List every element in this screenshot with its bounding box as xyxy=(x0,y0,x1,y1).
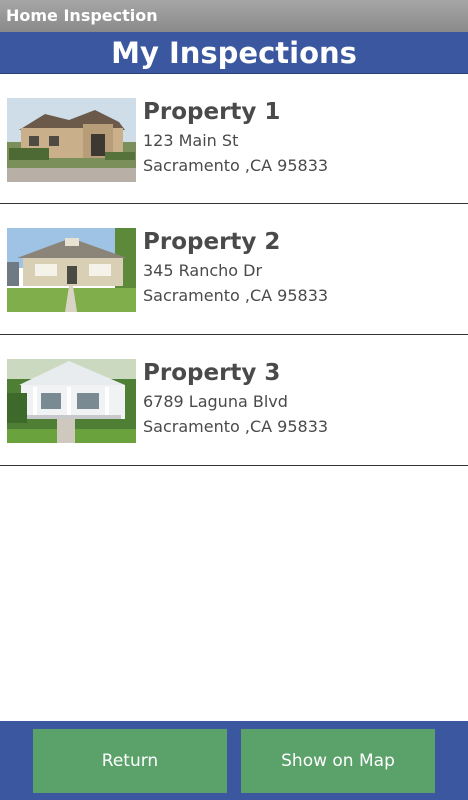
property-street: 345 Rancho Dr xyxy=(143,261,263,280)
property-name: Property 1 xyxy=(143,99,281,125)
property-photo xyxy=(7,98,136,182)
property-street: 6789 Laguna Blvd xyxy=(143,392,288,411)
return-button[interactable]: Return xyxy=(33,729,227,793)
property-list-item[interactable]: Property 1 123 Main St Sacramento ,CA 95… xyxy=(0,74,468,204)
page-title: My Inspections xyxy=(111,36,357,70)
property-city: Sacramento ,CA 95833 xyxy=(143,286,329,305)
property-city: Sacramento ,CA 95833 xyxy=(143,156,329,175)
property-name: Property 2 xyxy=(143,229,281,255)
property-list-item[interactable]: Property 2 345 Rancho Dr Sacramento ,CA … xyxy=(0,204,468,335)
inspection-list: Property 1 123 Main St Sacramento ,CA 95… xyxy=(0,74,468,466)
property-photo xyxy=(7,359,136,443)
property-name: Property 3 xyxy=(143,360,281,386)
show-on-map-button[interactable]: Show on Map xyxy=(241,729,435,793)
app-title-bar: Home Inspection xyxy=(0,0,468,32)
property-city: Sacramento ,CA 95833 xyxy=(143,417,329,436)
app-title: Home Inspection xyxy=(6,6,158,25)
property-street: 123 Main St xyxy=(143,131,239,150)
property-list-item[interactable]: Property 3 6789 Laguna Blvd Sacramento ,… xyxy=(0,335,468,466)
bottom-bar: Return Show on Map xyxy=(0,721,468,800)
property-photo xyxy=(7,228,136,312)
page-header: My Inspections xyxy=(0,32,468,74)
